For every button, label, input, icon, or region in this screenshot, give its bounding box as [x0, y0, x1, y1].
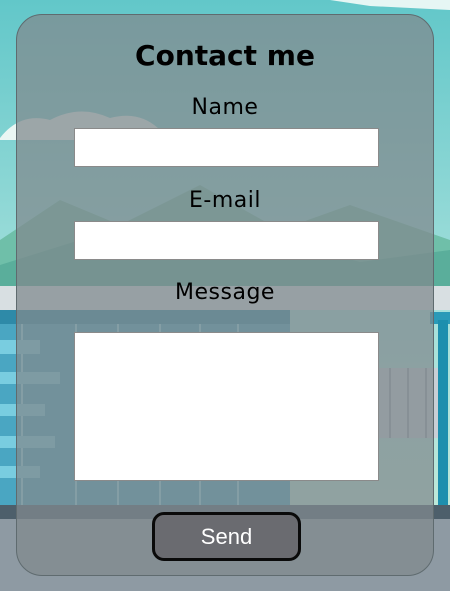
message-label: Message [175, 280, 275, 305]
contact-form: Contact me Name E-mail Message Send [16, 14, 434, 576]
send-button[interactable]: Send [152, 512, 301, 561]
name-label: Name [191, 95, 259, 120]
email-label: E-mail [189, 188, 261, 213]
message-textarea[interactable] [74, 332, 379, 481]
form-title: Contact me [135, 39, 315, 72]
name-input[interactable] [74, 128, 379, 167]
email-input[interactable] [74, 221, 379, 260]
